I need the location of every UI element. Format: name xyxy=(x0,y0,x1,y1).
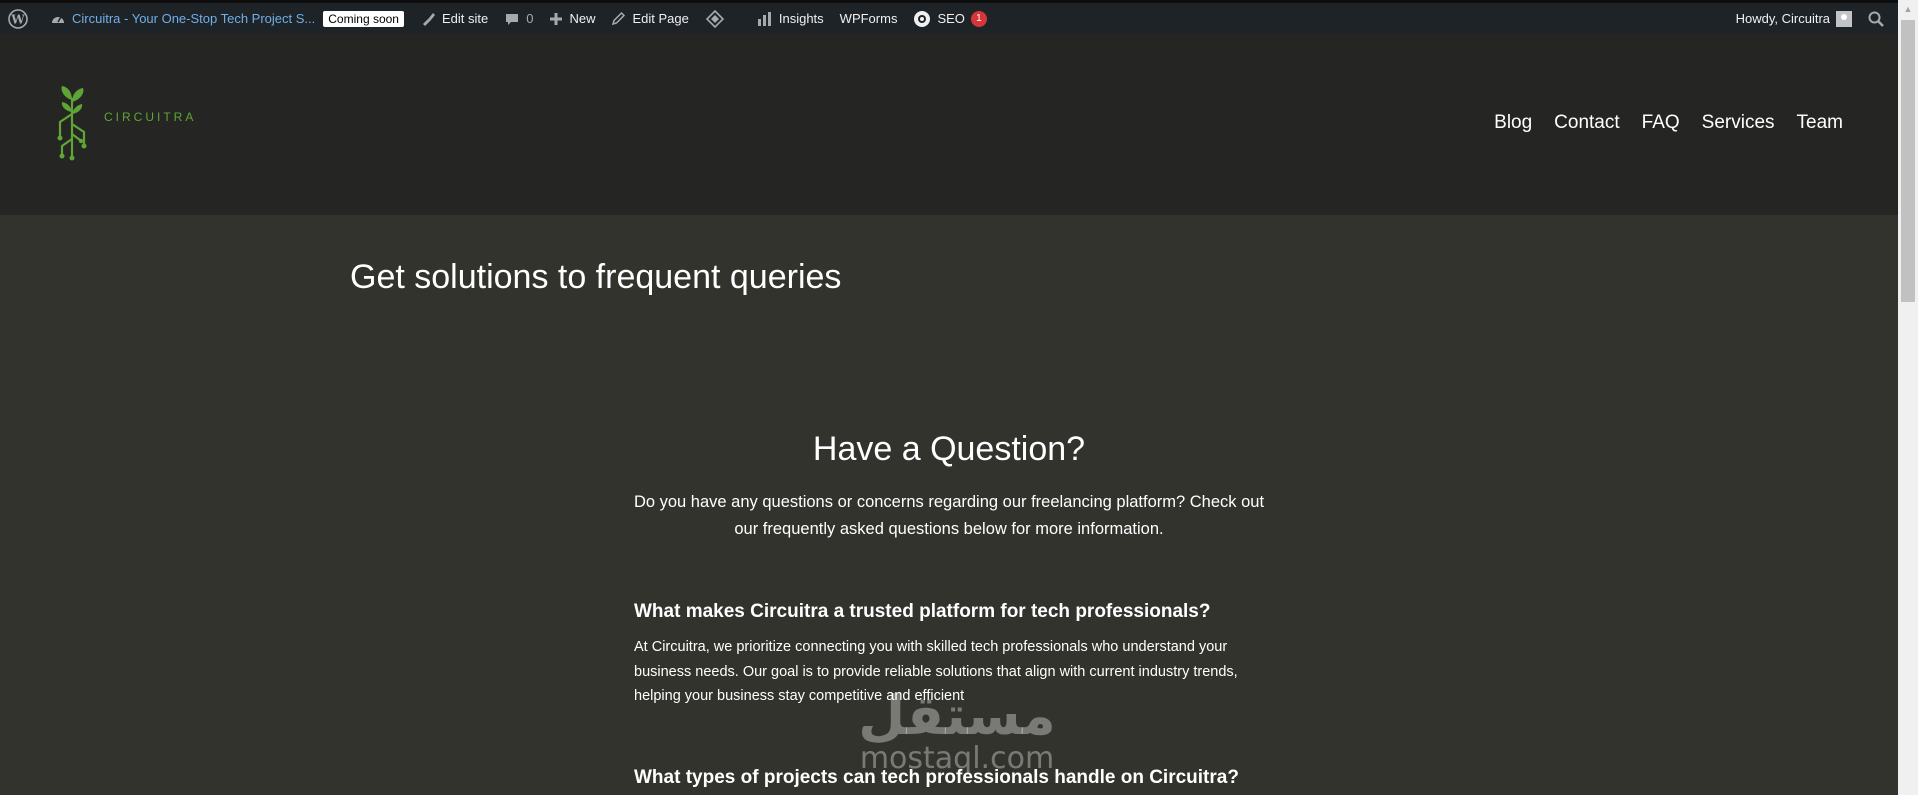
faq-question-1[interactable]: What makes Circuitra a trusted platform … xyxy=(634,601,1210,623)
admin-bar: W Circuitra - Your One-Stop Tech Project… xyxy=(0,0,1898,34)
edit-site-button[interactable]: Edit site xyxy=(412,2,496,36)
nav-services[interactable]: Services xyxy=(1702,112,1775,134)
page-scrollbar[interactable]: ▲ xyxy=(1898,0,1918,795)
seo-label: SEO xyxy=(937,11,965,26)
edit-site-label: Edit site xyxy=(441,11,489,26)
search-icon xyxy=(1868,11,1884,27)
seo-button[interactable]: SEO 1 xyxy=(905,2,994,36)
svg-text:W: W xyxy=(10,12,25,26)
page-title: Get solutions to frequent queries xyxy=(350,258,842,296)
coming-soon-badge[interactable]: Coming soon xyxy=(323,2,412,36)
scrollbar-thumb[interactable] xyxy=(1901,20,1915,302)
nav-faq[interactable]: FAQ xyxy=(1642,112,1680,134)
brush-icon xyxy=(422,12,435,26)
comments-button[interactable]: 0 xyxy=(496,2,541,36)
edit-page-label: Edit Page xyxy=(632,11,689,26)
nav-blog[interactable]: Blog xyxy=(1494,112,1532,134)
avatar xyxy=(1836,10,1852,27)
bar-chart-icon xyxy=(757,11,771,26)
new-label: New xyxy=(569,11,596,26)
pencil-icon xyxy=(612,11,626,26)
howdy-label: Howdy, Circuitra xyxy=(1735,11,1830,26)
insights-button[interactable]: Insights xyxy=(749,2,832,36)
seo-gear-icon xyxy=(914,10,931,27)
wpforms-label: WPForms xyxy=(839,11,898,26)
faq-answer-1: At Circuitra, we prioritize connecting y… xyxy=(634,639,1238,704)
nav-contact[interactable]: Contact xyxy=(1554,112,1619,134)
comment-bubble-icon xyxy=(506,13,519,25)
edit-page-button[interactable]: Edit Page xyxy=(603,2,696,36)
howdy-user-menu[interactable]: Howdy, Circuitra xyxy=(1728,2,1860,36)
diamond-plugin-button[interactable] xyxy=(697,2,739,36)
circuit-tree-logo-icon xyxy=(57,86,87,161)
wordpress-icon: W xyxy=(8,8,28,29)
new-content-button[interactable]: New xyxy=(541,2,603,36)
faq-question-2[interactable]: What types of projects can tech professi… xyxy=(634,767,1239,789)
scroll-up-arrow-icon[interactable]: ▲ xyxy=(1898,0,1918,18)
site-header: CIRCUITRA Blog Contact FAQ Services Team xyxy=(0,34,1898,215)
diamond-icon xyxy=(705,9,724,28)
admin-search-button[interactable] xyxy=(1860,2,1898,36)
insights-label: Insights xyxy=(778,11,824,26)
faq-intro-text: Do you have any questions or concerns re… xyxy=(633,493,1265,538)
main-nav: Blog Contact FAQ Services Team xyxy=(1494,112,1843,134)
site-logo-text: CIRCUITRA xyxy=(104,110,197,124)
plus-icon xyxy=(550,12,563,25)
wordpress-logo-button[interactable]: W xyxy=(0,2,42,36)
dashboard-gauge-icon xyxy=(52,16,64,23)
seo-notification-count: 1 xyxy=(970,10,987,27)
coming-soon-label: Coming soon xyxy=(323,10,404,27)
nav-team[interactable]: Team xyxy=(1797,112,1843,134)
site-name-link[interactable]: Circuitra - Your One-Stop Tech Project S… xyxy=(42,2,323,36)
wpforms-button[interactable]: WPForms xyxy=(832,2,906,36)
site-name: Circuitra - Your One-Stop Tech Project S… xyxy=(72,11,316,26)
comments-count: 0 xyxy=(526,11,534,26)
faq-section-title: Have a Question? xyxy=(812,430,1086,468)
